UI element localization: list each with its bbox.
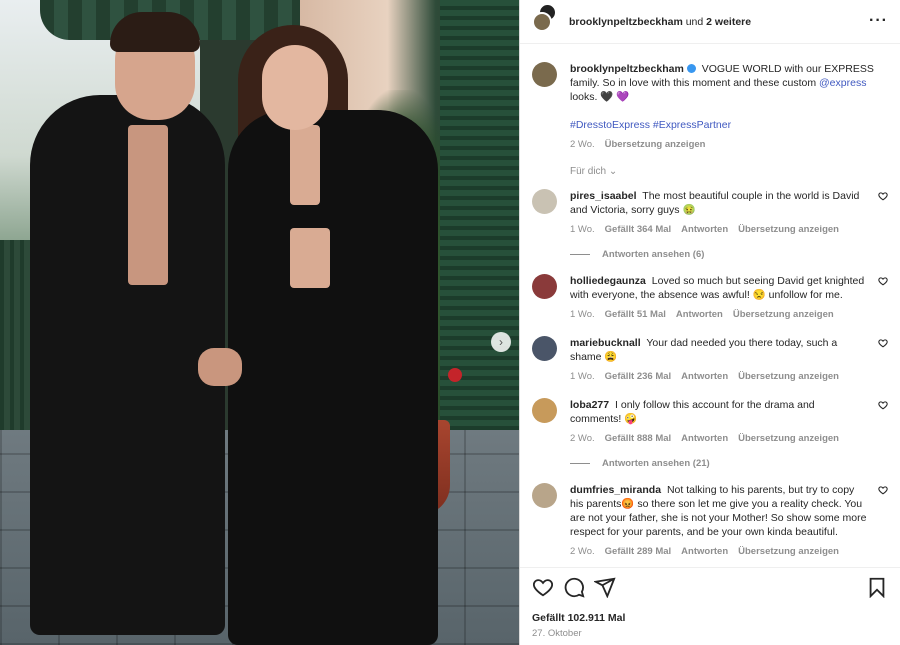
comments-list[interactable]: brooklynpeltzbeckham VOGUE WORLD with ou…	[520, 44, 900, 567]
post-date: 27. Oktober	[532, 628, 582, 639]
comment-meta: 1 Wo. Gefällt 364 Mal Antworten Übersetz…	[570, 223, 868, 237]
heart-icon[interactable]	[878, 338, 888, 348]
avatar[interactable]	[532, 189, 557, 214]
comment: loba277 I only follow this account for t…	[532, 398, 888, 446]
comment-translate[interactable]: Übersetzung anzeigen	[738, 432, 839, 446]
photo-woman-waist	[290, 228, 330, 288]
comment-reply-button[interactable]: Antworten	[676, 308, 723, 322]
photo-man-hair	[110, 12, 200, 52]
avatar[interactable]	[532, 336, 557, 361]
caption-time[interactable]: 2 Wo.	[570, 138, 595, 152]
comment-username[interactable]: mariebucknall	[570, 337, 641, 349]
avatar[interactable]	[532, 483, 557, 508]
author-username[interactable]: brooklynpeltzbeckham	[569, 16, 683, 28]
heart-icon[interactable]	[878, 191, 888, 201]
avatar[interactable]	[532, 62, 557, 87]
share-icon[interactable]	[594, 576, 616, 598]
photo-woman-neck	[290, 125, 320, 205]
comment-username[interactable]: loba277	[570, 399, 609, 411]
action-icons	[532, 576, 888, 598]
photo-woman	[228, 110, 438, 645]
comment-likes[interactable]: Gefällt 236 Mal	[605, 370, 672, 384]
verified-icon	[686, 64, 696, 73]
view-replies-button[interactable]: Antworten ansehen (21)	[570, 458, 888, 469]
caption-translate[interactable]: Übersetzung anzeigen	[605, 138, 706, 152]
comment-time[interactable]: 1 Wo.	[570, 308, 595, 322]
comment: dumfries_miranda Not talking to his pare…	[532, 483, 888, 559]
more-horizontal-icon[interactable]: ···	[869, 12, 888, 30]
heart-icon[interactable]	[878, 276, 888, 286]
comment-likes[interactable]: Gefällt 51 Mal	[605, 308, 666, 322]
instagram-post: › brooklynpeltzbeckham und 2 weitere ···…	[0, 0, 900, 645]
comment-likes[interactable]: Gefällt 888 Mal	[605, 432, 672, 446]
author-others[interactable]: 2 weitere	[706, 16, 751, 28]
heart-icon[interactable]	[532, 576, 554, 598]
comment-meta: 1 Wo. Gefällt 51 Mal Antworten Übersetzu…	[570, 308, 868, 322]
like-count[interactable]: Gefällt 102.911 Mal	[532, 612, 888, 624]
post-actions: Gefällt 102.911 Mal 27. Oktober	[520, 567, 900, 645]
photo-hands	[198, 348, 242, 386]
avatar[interactable]	[532, 274, 557, 299]
comment-icon[interactable]	[563, 576, 585, 598]
photo-man-chest	[128, 125, 168, 285]
view-replies-button[interactable]: Antworten ansehen (6)	[570, 249, 888, 260]
comment-translate[interactable]: Übersetzung anzeigen	[738, 223, 839, 237]
avatar-primary	[532, 11, 552, 32]
comment-meta: 2 Wo. Gefällt 289 Mal Antworten Übersetz…	[570, 545, 868, 559]
comment-meta: 1 Wo. Gefällt 236 Mal Antworten Übersetz…	[570, 370, 868, 384]
post-authors: brooklynpeltzbeckham und 2 weitere	[569, 16, 751, 28]
comment-meta: 2 Wo. Gefällt 888 Mal Antworten Übersetz…	[570, 432, 868, 446]
post-photo[interactable]: ›	[0, 0, 519, 645]
comment-username[interactable]: holliedegaunza	[570, 275, 646, 287]
comment-translate[interactable]: Übersetzung anzeigen	[733, 308, 834, 322]
comment-username[interactable]: pires_isaabel	[570, 190, 637, 202]
caption-hashtags[interactable]: #DresstoExpress #ExpressPartner	[570, 118, 884, 132]
heart-icon[interactable]	[878, 400, 888, 410]
comment: mariebucknall Your dad needed you there …	[532, 336, 888, 384]
comment: holliedegaunza Loved so much but seeing …	[532, 274, 888, 322]
post-header: brooklynpeltzbeckham und 2 weitere ···	[520, 0, 900, 44]
photo-flower	[448, 368, 462, 382]
photo-woman-face	[262, 45, 328, 130]
chevron-right-icon[interactable]: ›	[491, 332, 511, 352]
author-and: und	[685, 15, 704, 28]
post-side-panel: brooklynpeltzbeckham und 2 weitere ··· b…	[519, 0, 900, 645]
comment-time[interactable]: 2 Wo.	[570, 432, 595, 446]
comment-reply-button[interactable]: Antworten	[681, 432, 728, 446]
comment-reply-button[interactable]: Antworten	[681, 545, 728, 559]
caption-mention[interactable]: @express	[819, 77, 866, 89]
caption-text-end: looks. 🖤 💜	[570, 91, 630, 103]
comment-sort-dropdown[interactable]: Für dich ⌄	[570, 166, 888, 177]
comment-reply-button[interactable]: Antworten	[681, 370, 728, 384]
comment: pires_isaabel The most beautiful couple …	[532, 189, 888, 237]
comment-time[interactable]: 2 Wo.	[570, 545, 595, 559]
comment-translate[interactable]: Übersetzung anzeigen	[738, 370, 839, 384]
comment-container: pires_isaabel The most beautiful couple …	[532, 189, 888, 559]
caption: brooklynpeltzbeckham VOGUE WORLD with ou…	[532, 62, 888, 152]
comment-likes[interactable]: Gefällt 364 Mal	[605, 223, 672, 237]
caption-username[interactable]: brooklynpeltzbeckham	[570, 63, 684, 75]
bookmark-icon[interactable]	[866, 576, 888, 598]
avatar[interactable]	[532, 398, 557, 423]
comment-username[interactable]: dumfries_miranda	[570, 484, 661, 496]
avatar[interactable]	[532, 2, 558, 35]
comment-likes[interactable]: Gefällt 289 Mal	[605, 545, 672, 559]
heart-icon[interactable]	[878, 485, 888, 495]
comment-reply-button[interactable]: Antworten	[681, 223, 728, 237]
comment-time[interactable]: 1 Wo.	[570, 223, 595, 237]
comment-translate[interactable]: Übersetzung anzeigen	[738, 545, 839, 559]
caption-meta: 2 Wo. Übersetzung anzeigen	[570, 138, 884, 152]
comment-time[interactable]: 1 Wo.	[570, 370, 595, 384]
